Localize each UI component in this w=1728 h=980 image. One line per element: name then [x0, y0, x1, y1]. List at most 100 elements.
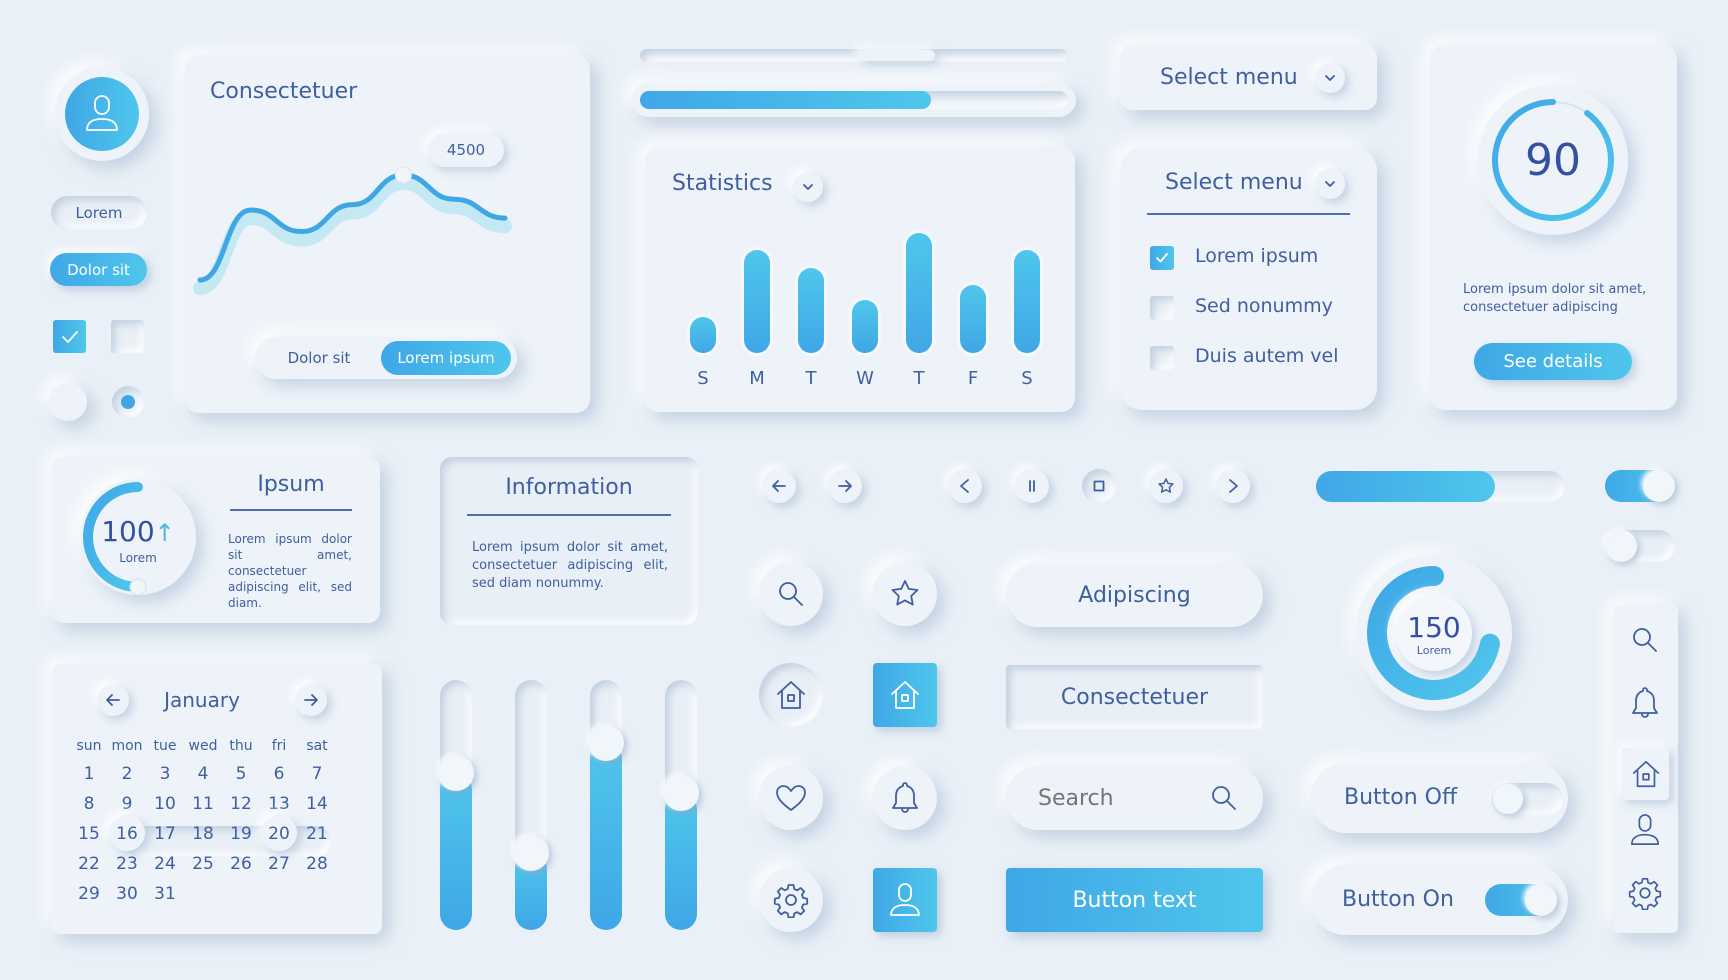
vertical-slider[interactable]: [513, 680, 549, 930]
calendar-day[interactable]: 14: [300, 794, 334, 814]
ipsum-text: Lorem ipsum dolor sit amet, consectetuer…: [228, 532, 352, 610]
score-description-line2: consectetuer adipiscing: [1463, 300, 1618, 315]
calendar-day[interactable]: 25: [186, 854, 220, 874]
search-field[interactable]: [1006, 766, 1263, 830]
calendar-day[interactable]: 17: [148, 824, 182, 844]
calendar-day[interactable]: 12: [224, 794, 258, 814]
calendar-day[interactable]: 10: [148, 794, 182, 814]
checkbox-checked[interactable]: [53, 320, 86, 353]
user-icon[interactable]: [1629, 812, 1661, 848]
calendar-day[interactable]: 28: [300, 854, 334, 874]
slider-knob[interactable]: [513, 834, 549, 871]
radio-unselected[interactable]: [49, 383, 87, 421]
calendar-day[interactable]: 5: [224, 764, 258, 784]
consectetuer-button[interactable]: Consectetuer: [1006, 665, 1263, 729]
calendar-day[interactable]: 4: [186, 764, 220, 784]
bar-label: W: [856, 368, 874, 389]
line-chart-card: Consectetuer 4500 Dolor sit Lorem ipsum: [185, 55, 590, 413]
select-menu-chevron-button[interactable]: [1315, 63, 1345, 93]
calendar-day[interactable]: 26: [224, 854, 258, 874]
calendar-day[interactable]: 2: [110, 764, 144, 784]
option-checkbox-unchecked[interactable]: [1150, 346, 1174, 370]
calendar-day[interactable]: 11: [186, 794, 220, 814]
checkbox-unchecked[interactable]: [111, 320, 144, 353]
calendar-day[interactable]: 24: [148, 854, 182, 874]
calendar-day[interactable]: 3: [148, 764, 182, 784]
segment-lorem-ipsum[interactable]: Lorem ipsum: [381, 341, 511, 375]
calendar-day[interactable]: 27: [262, 854, 296, 874]
switch-off[interactable]: [1491, 783, 1563, 815]
star-button[interactable]: [873, 562, 937, 626]
previous-button[interactable]: [948, 469, 982, 503]
chip-lorem[interactable]: Lorem: [51, 196, 147, 229]
calendar-day[interactable]: 21: [300, 824, 334, 844]
arrow-right-button[interactable]: [828, 469, 862, 503]
calendar-day[interactable]: 18: [186, 824, 220, 844]
chip-dolor-sit[interactable]: Dolor sit: [50, 253, 147, 286]
calendar-day[interactable]: 15: [72, 824, 106, 844]
search-icon[interactable]: [1630, 625, 1660, 655]
calendar-day[interactable]: 23: [110, 854, 144, 874]
favorite-button[interactable]: [1149, 469, 1183, 503]
avatar[interactable]: [55, 67, 149, 161]
pause-button[interactable]: [1015, 469, 1049, 503]
bell-button[interactable]: [873, 766, 937, 830]
vertical-slider[interactable]: [588, 680, 624, 930]
vertical-slider[interactable]: [438, 680, 474, 930]
calendar-day-selected[interactable]: 20: [262, 824, 296, 844]
calendar-day[interactable]: 19: [224, 824, 258, 844]
vertical-slider[interactable]: [663, 680, 699, 930]
progress-fill-right: [1316, 471, 1496, 502]
next-button[interactable]: [1216, 469, 1250, 503]
select-menu-open-chevron[interactable]: [1315, 169, 1345, 199]
option-label[interactable]: Duis autem vel: [1195, 345, 1338, 367]
primary-button[interactable]: Button text: [1006, 868, 1263, 932]
slider-knob[interactable]: [438, 754, 474, 791]
side-nav-home-active[interactable]: [1622, 748, 1669, 800]
scrollbar-thumb[interactable]: [857, 50, 935, 61]
segment-dolor-sit[interactable]: Dolor sit: [263, 341, 375, 375]
search-input[interactable]: [1038, 782, 1198, 814]
search-button[interactable]: [759, 562, 823, 626]
heart-button[interactable]: [759, 766, 823, 830]
calendar-day[interactable]: 31: [148, 884, 182, 904]
slider-knob[interactable]: [588, 724, 624, 761]
calendar-day[interactable]: 13: [262, 794, 296, 814]
see-details-button[interactable]: See details: [1474, 343, 1632, 380]
slider-knob[interactable]: [663, 774, 699, 811]
calendar-day[interactable]: 6: [262, 764, 296, 784]
calendar-day[interactable]: 29: [72, 884, 106, 904]
stop-button[interactable]: [1082, 469, 1116, 503]
radio-selected[interactable]: [112, 386, 144, 418]
horizontal-scrollbar[interactable]: [640, 49, 1068, 62]
calendar-day[interactable]: 7: [300, 764, 334, 784]
select-menu-closed[interactable]: Select menu: [1120, 45, 1377, 110]
calendar-day[interactable]: 30: [110, 884, 144, 904]
calendar-day[interactable]: 8: [72, 794, 106, 814]
bell-icon[interactable]: [1629, 685, 1661, 721]
calendar-day[interactable]: 1: [72, 764, 106, 784]
profile-button-active[interactable]: [873, 868, 937, 932]
home-button[interactable]: [759, 663, 823, 727]
toggle-on[interactable]: [1605, 470, 1675, 502]
calendar-day[interactable]: 9: [110, 794, 144, 814]
calendar-day[interactable]: 22: [72, 854, 106, 874]
adipiscing-button[interactable]: Adipiscing: [1006, 563, 1263, 627]
settings-button[interactable]: [759, 868, 823, 932]
ipsum-gauge-value-row: 100↑: [80, 515, 196, 548]
select-menu-open-label[interactable]: Select menu: [1165, 170, 1303, 195]
search-icon[interactable]: [1209, 783, 1239, 813]
switch-row-on[interactable]: Button On: [1311, 865, 1568, 935]
switch-row-off[interactable]: Button Off: [1311, 763, 1568, 833]
home-button-active[interactable]: [873, 663, 937, 727]
star-icon: [891, 580, 919, 606]
calendar-day-selected[interactable]: 16: [110, 824, 144, 844]
gear-icon[interactable]: [1628, 876, 1662, 910]
toggle-off[interactable]: [1605, 530, 1675, 562]
option-checkbox-checked[interactable]: [1150, 246, 1174, 270]
option-label[interactable]: Lorem ipsum: [1195, 245, 1318, 267]
switch-on[interactable]: [1485, 884, 1557, 916]
option-checkbox-unchecked[interactable]: [1150, 296, 1174, 320]
arrow-left-button[interactable]: [762, 469, 796, 503]
option-label[interactable]: Sed nonummy: [1195, 295, 1333, 317]
